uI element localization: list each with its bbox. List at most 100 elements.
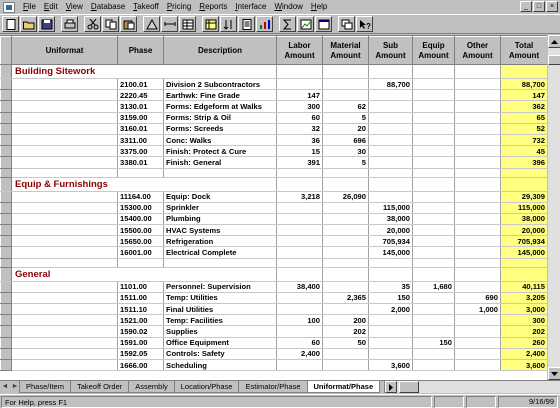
material-cell[interactable]: 20 [322, 123, 369, 135]
row-header[interactable] [0, 257, 12, 268]
other-cell[interactable] [454, 337, 501, 349]
table-row[interactable]: 15650.00 Refrigeration 705,934 705,934 [0, 235, 548, 248]
row-header[interactable] [0, 100, 12, 113]
total-cell[interactable]: 3,205 [500, 292, 548, 305]
other-cell[interactable] [454, 100, 501, 113]
column-header[interactable]: Sub Amount [368, 36, 413, 65]
phase-cell[interactable]: 3311.00 [117, 134, 164, 147]
phase-cell[interactable]: 15400.00 [117, 213, 164, 226]
material-cell[interactable] [322, 89, 369, 102]
material-cell[interactable]: 5 [322, 112, 369, 124]
material-cell[interactable]: 2,365 [322, 292, 369, 305]
row-header[interactable] [0, 212, 12, 226]
phase-cell[interactable]: 1666.00 [117, 359, 164, 372]
empty-cell[interactable] [454, 267, 501, 282]
total-cell[interactable] [500, 258, 548, 268]
report-button[interactable] [238, 16, 255, 32]
empty-cell[interactable] [322, 177, 369, 192]
table-row[interactable]: 2220.45 Earthwk: Fine Grade 147 147 [0, 89, 548, 102]
row-header[interactable] [0, 336, 12, 349]
sub-cell[interactable]: 115,000 [368, 202, 413, 214]
table-row[interactable]: 1666.00 Scheduling 3,600 3,600 [0, 358, 548, 372]
equip-cell[interactable] [412, 89, 455, 102]
paste-button[interactable] [120, 16, 137, 32]
sub-cell[interactable] [368, 314, 413, 327]
uniformat-cell[interactable] [11, 100, 118, 113]
sub-cell[interactable]: 2,000 [368, 303, 413, 316]
row-header[interactable] [0, 167, 12, 178]
other-cell[interactable] [454, 213, 501, 226]
new-button[interactable] [2, 16, 19, 32]
table-row[interactable]: 15400.00 Plumbing 38,000 38,000 [0, 212, 548, 226]
total-cell[interactable]: 38,000 [500, 213, 548, 226]
menu-item[interactable]: Takeoff [129, 0, 163, 14]
phase-cell[interactable]: 16001.00 [117, 246, 164, 259]
material-cell[interactable] [322, 348, 369, 360]
row-header[interactable] [0, 314, 12, 327]
total-cell[interactable]: 362 [500, 100, 548, 113]
sub-cell[interactable]: 20,000 [368, 224, 413, 237]
labor-cell[interactable]: 147 [276, 89, 323, 102]
sub-cell[interactable] [368, 134, 413, 147]
other-cell[interactable] [454, 89, 501, 102]
empty-cell[interactable] [412, 177, 455, 192]
menu-item[interactable]: View [62, 0, 87, 14]
labor-cell[interactable] [276, 213, 323, 226]
sum-button[interactable] [279, 16, 296, 32]
other-cell[interactable] [454, 123, 501, 135]
tab-phase-item[interactable]: Phase/Item [19, 381, 71, 393]
other-cell[interactable] [454, 78, 501, 91]
total-cell[interactable]: 3,000 [500, 303, 548, 316]
column-header[interactable]: Equip Amount [412, 36, 455, 65]
open-button[interactable] [20, 16, 37, 32]
other-cell[interactable] [454, 359, 501, 372]
minimize-button[interactable]: _ [520, 1, 532, 12]
tab-prev-icon[interactable]: ◄ [0, 381, 10, 393]
description-cell[interactable]: Supplies [163, 325, 277, 338]
labor-cell[interactable] [276, 303, 323, 316]
column-header[interactable]: Description [163, 36, 277, 65]
table-button[interactable] [179, 16, 196, 32]
equip-cell[interactable] [412, 325, 455, 338]
sub-cell[interactable]: 38,000 [368, 213, 413, 226]
row-header[interactable] [0, 224, 12, 237]
phase-cell[interactable]: 3130.01 [117, 100, 164, 113]
labor-cell[interactable]: 60 [276, 337, 323, 349]
table-row[interactable]: 11164.00 Equip: Dock 3,218 26,090 29,309 [0, 190, 548, 203]
empty-cell[interactable] [412, 267, 455, 282]
uniformat-cell[interactable] [11, 314, 118, 327]
empty-cell[interactable] [163, 64, 277, 79]
sub-cell[interactable]: 88,700 [368, 78, 413, 91]
uniformat-cell[interactable] [11, 246, 118, 259]
uniformat-cell[interactable] [11, 224, 118, 237]
empty-cell[interactable] [276, 258, 323, 268]
table-row[interactable]: 1511.10 Final Utilities 2,000 1,000 3,000 [0, 302, 548, 316]
scroll-right-button[interactable] [385, 381, 398, 393]
equip-cell[interactable] [412, 78, 455, 91]
total-cell[interactable]: 147 [500, 89, 548, 102]
description-cell[interactable]: Forms: Screeds [163, 123, 277, 135]
equip-cell[interactable] [412, 292, 455, 305]
other-cell[interactable]: 1,000 [454, 303, 501, 316]
table-row[interactable]: 3375.00 Finish: Protect & Cure 15 30 45 [0, 145, 548, 158]
total-cell[interactable]: 20,000 [500, 224, 548, 237]
uniformat-cell[interactable] [11, 156, 118, 169]
table-row[interactable]: 15300.00 Sprinkler 115,000 115,000 [0, 201, 548, 214]
equip-cell[interactable] [412, 359, 455, 372]
labor-cell[interactable]: 100 [276, 314, 323, 327]
menu-item[interactable]: Help [307, 0, 331, 14]
group-name[interactable]: General [11, 267, 164, 282]
column-header[interactable]: Total Amount [500, 36, 548, 65]
scroll-down-button[interactable] [548, 367, 560, 380]
row-header[interactable] [0, 358, 12, 372]
total-cell[interactable]: 115,000 [500, 202, 548, 214]
uniformat-cell[interactable] [11, 78, 118, 91]
total-cell[interactable] [500, 177, 548, 192]
sub-cell[interactable] [368, 325, 413, 338]
labor-cell[interactable] [276, 359, 323, 372]
uniformat-cell[interactable] [11, 348, 118, 360]
equip-cell[interactable] [412, 348, 455, 360]
sub-cell[interactable] [368, 348, 413, 360]
material-cell[interactable]: 62 [322, 100, 369, 113]
equip-cell[interactable] [412, 156, 455, 169]
